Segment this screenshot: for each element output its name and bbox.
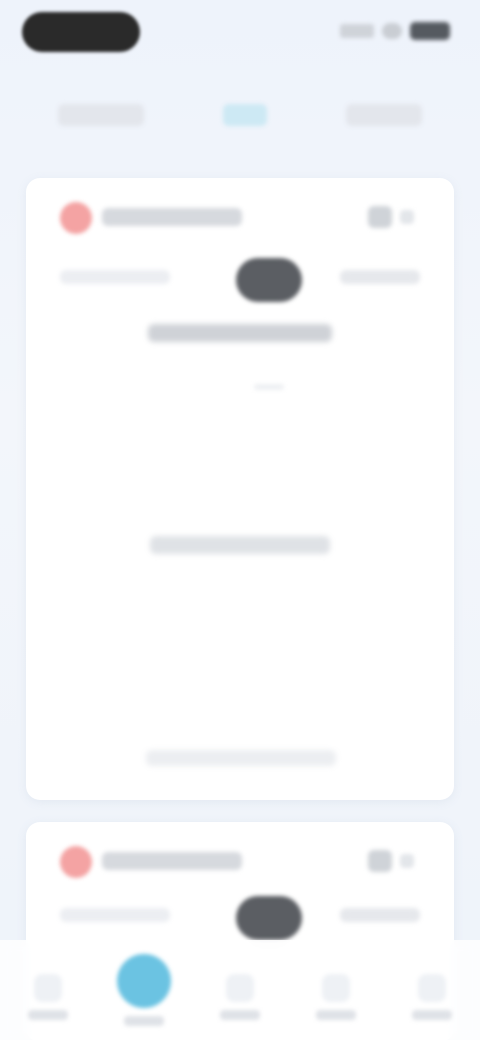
wifi-icon xyxy=(382,23,402,39)
active-tab-icon[interactable] xyxy=(117,954,171,1008)
nav-label xyxy=(28,1010,68,1020)
score-row xyxy=(60,258,420,302)
status-bar xyxy=(0,0,480,64)
nav-item-profile[interactable] xyxy=(392,954,472,1034)
battery-icon xyxy=(410,22,450,40)
status-icons xyxy=(340,20,450,42)
match-subtitle xyxy=(148,324,332,342)
nav-label xyxy=(220,1010,260,1020)
score-row xyxy=(60,896,420,940)
share-icon[interactable] xyxy=(368,206,392,228)
nav-item-list[interactable] xyxy=(200,954,280,1034)
brand-logo-icon xyxy=(60,846,92,878)
nav-item-stats[interactable] xyxy=(296,954,376,1034)
nav-item-home[interactable] xyxy=(8,954,88,1034)
nav-label xyxy=(124,1016,164,1026)
top-tab-bar xyxy=(0,70,480,160)
card-body-text xyxy=(150,536,330,554)
card-header xyxy=(60,200,420,234)
team-right xyxy=(340,270,420,284)
brand-name xyxy=(102,208,242,226)
match-meta xyxy=(254,384,284,390)
signal-icon xyxy=(340,24,374,38)
nav-item-active[interactable] xyxy=(104,954,184,1034)
tab-center[interactable] xyxy=(223,104,267,126)
nav-label xyxy=(316,1010,356,1020)
match-card[interactable] xyxy=(26,178,454,800)
tab-left[interactable] xyxy=(58,104,144,126)
nav-label xyxy=(412,1010,452,1020)
more-icon[interactable] xyxy=(400,854,414,868)
score-badge xyxy=(236,258,302,302)
home-icon[interactable] xyxy=(34,974,62,1002)
card-header xyxy=(60,844,420,878)
score-badge xyxy=(236,896,302,940)
list-icon[interactable] xyxy=(226,974,254,1002)
share-icon[interactable] xyxy=(368,850,392,872)
card-menu[interactable] xyxy=(368,206,416,228)
team-right xyxy=(340,908,420,922)
card-menu[interactable] xyxy=(368,850,416,872)
more-icon[interactable] xyxy=(400,210,414,224)
status-time xyxy=(22,12,140,52)
profile-icon[interactable] xyxy=(418,974,446,1002)
team-left xyxy=(60,270,170,284)
brand-logo-icon xyxy=(60,202,92,234)
card-footer-text xyxy=(146,750,336,766)
tab-right[interactable] xyxy=(346,104,422,126)
bottom-nav xyxy=(0,940,480,1040)
chart-icon[interactable] xyxy=(322,974,350,1002)
team-left xyxy=(60,908,170,922)
brand-name xyxy=(102,852,242,870)
